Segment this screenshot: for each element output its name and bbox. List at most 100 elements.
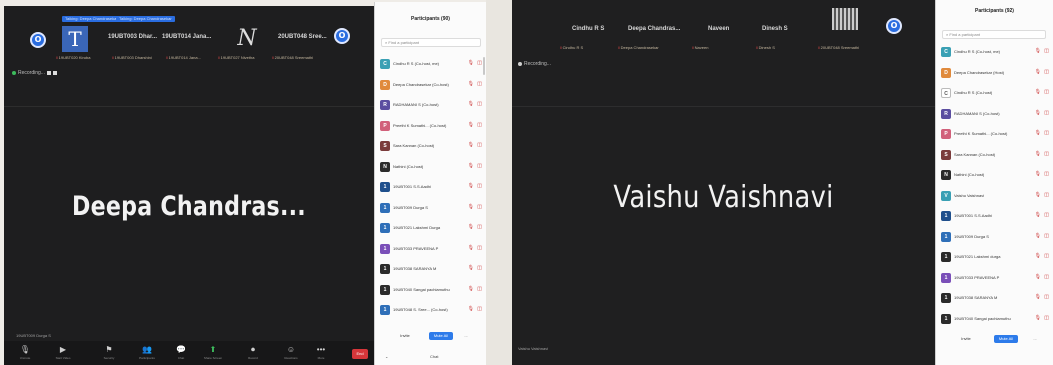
participant-row[interactable]: P Preethi K Sumathi... (Co-host) 🎙 ◫ (936, 124, 1053, 145)
chat-section-label[interactable]: Chat (430, 354, 438, 359)
recording-indicator[interactable]: Recording... (518, 61, 551, 67)
participant-row[interactable]: R RADHAMANI S (Co-host) 🎙 ◫ (375, 95, 486, 116)
video-off-icon[interactable]: ◫ (1044, 192, 1049, 198)
mic-muted-icon[interactable]: 🎙 (468, 224, 474, 230)
mic-muted-icon[interactable]: 🎙 (1035, 110, 1041, 116)
mic-muted-icon[interactable]: 🎙 (1035, 233, 1041, 239)
participant-row[interactable]: D Deepa Chandrasekar (Co-host) 🎙 ◫ (375, 75, 486, 96)
mic-muted-icon[interactable]: 🎙 (1035, 212, 1041, 218)
video-off-icon[interactable]: ◫ (1044, 48, 1049, 54)
video-off-icon[interactable]: ◫ (1044, 233, 1049, 239)
video-off-icon[interactable]: ◫ (1044, 212, 1049, 218)
mic-muted-icon[interactable]: 🎙 (1035, 130, 1041, 136)
participant-row[interactable]: D Deepa Chandrasekar (Host) 🎙 ◫ (936, 63, 1053, 84)
participant-row[interactable]: N Nathini (Co-host) 🎙 ◫ (375, 157, 486, 178)
invite-button[interactable]: Invite (956, 335, 976, 343)
video-off-icon[interactable]: ◫ (477, 142, 482, 148)
mic-muted-icon[interactable]: 🎙 (468, 142, 474, 148)
participant-row[interactable]: P Preethi K Sumathi... (Co-host) 🎙 ◫ (375, 116, 486, 137)
mic-muted-icon[interactable]: 🎙 (1035, 294, 1041, 300)
participant-row[interactable]: S Sara Kannan (Co-host) 🎙 ◫ (936, 145, 1053, 166)
reactions-button[interactable]: ☺ Reactions (280, 345, 302, 360)
mic-muted-icon[interactable]: 🎙 (468, 183, 474, 189)
participant-row[interactable]: 1 19UBT040 Sangai pachiamuthu 🎙 ◫ (375, 280, 486, 301)
video-off-icon[interactable]: ◫ (1044, 151, 1049, 157)
video-off-icon[interactable]: ◫ (477, 245, 482, 251)
mic-muted-icon[interactable]: 🎙 (1035, 253, 1041, 259)
mic-muted-icon[interactable]: 🎙 (1035, 151, 1041, 157)
mic-muted-icon[interactable]: 🎙 (468, 122, 474, 128)
share-screen-button[interactable]: ⬆ Share Screen (202, 345, 224, 360)
security-button[interactable]: ⚑ Security (98, 345, 120, 360)
mic-button[interactable]: 🎙 Unmute (14, 345, 36, 360)
video-off-icon[interactable]: ◫ (1044, 130, 1049, 136)
video-off-icon[interactable]: ◫ (477, 60, 482, 66)
video-off-icon[interactable]: ◫ (477, 306, 482, 312)
participant-row[interactable]: C Cindhu R S (Co-host, me) 🎙 ◫ (375, 54, 486, 75)
participant-row[interactable]: C Cindhu R S (Co-host) 🎙 ◫ (936, 83, 1053, 104)
mic-muted-icon[interactable]: 🎙 (468, 60, 474, 66)
participant-row[interactable]: 1 19UBT001 S.S.Aadhi 🎙 ◫ (936, 206, 1053, 227)
video-off-icon[interactable]: ◫ (477, 101, 482, 107)
video-off-icon[interactable]: ◫ (477, 122, 482, 128)
more-button[interactable]: ••• More (310, 345, 332, 360)
mic-muted-icon[interactable]: 🎙 (1035, 171, 1041, 177)
participant-row[interactable]: N Nathini (Co-host) 🎙 ◫ (936, 165, 1053, 186)
participant-row[interactable]: R RADHAMANI S (Co-host) 🎙 ◫ (936, 104, 1053, 125)
video-off-icon[interactable]: ◫ (1044, 315, 1049, 321)
video-off-icon[interactable]: ◫ (477, 204, 482, 210)
mic-muted-icon[interactable]: 🎙 (468, 163, 474, 169)
mic-muted-icon[interactable]: 🎙 (1035, 274, 1041, 280)
invite-button[interactable]: Invite (395, 332, 415, 340)
mic-muted-icon[interactable]: 🎙 (468, 265, 474, 271)
video-off-icon[interactable]: ◫ (477, 224, 482, 230)
participant-row[interactable]: 1 19UBT009 Durga S 🎙 ◫ (375, 198, 486, 219)
mic-muted-icon[interactable]: 🎙 (1035, 69, 1041, 75)
record-button[interactable]: ⏺ Record (242, 345, 264, 360)
chevron-down-icon[interactable]: ⌄ (385, 354, 388, 359)
mute-all-button[interactable]: Mute All (994, 335, 1018, 343)
chat-button[interactable]: 💬 Chat (170, 345, 192, 360)
participant-scrollbar[interactable] (483, 57, 485, 75)
video-off-icon[interactable]: ◫ (1044, 171, 1049, 177)
video-off-icon[interactable]: ◫ (477, 286, 482, 292)
participant-row[interactable]: 1 19UBT021 Lakshmi Durga 🎙 ◫ (375, 218, 486, 239)
mic-muted-icon[interactable]: 🎙 (1035, 315, 1041, 321)
video-off-icon[interactable]: ◫ (1044, 253, 1049, 259)
participant-row[interactable]: 1 19UBT009 Durga S 🎙 ◫ (936, 227, 1053, 248)
video-off-icon[interactable]: ◫ (1044, 274, 1049, 280)
participant-row[interactable]: 1 19UBT021 Lakshmi durga 🎙 ◫ (936, 247, 1053, 268)
mic-muted-icon[interactable]: 🎙 (468, 245, 474, 251)
participant-row[interactable]: 1 19UBT038 SARANYA M 🎙 ◫ (375, 259, 486, 280)
video-off-icon[interactable]: ◫ (1044, 110, 1049, 116)
participant-search-input[interactable]: ⌕ Find a participant (942, 30, 1046, 39)
participant-row[interactable]: 1 19UBT033 PRAVEENA P 🎙 ◫ (375, 239, 486, 260)
participant-row[interactable]: 1 19UBT033 PRAVEENA P 🎙 ◫ (936, 268, 1053, 289)
end-meeting-button[interactable]: End (352, 349, 368, 359)
participant-row[interactable]: 1 19UBT001 S.S.Aadhi 🎙 ◫ (375, 177, 486, 198)
mic-muted-icon[interactable]: 🎙 (468, 286, 474, 292)
more-options-button[interactable]: ... (1030, 335, 1040, 343)
video-off-icon[interactable]: ◫ (477, 183, 482, 189)
participant-row[interactable]: 1 19UBT040 Sangai pachiamuthu 🎙 ◫ (936, 309, 1053, 330)
video-off-icon[interactable]: ◫ (1044, 294, 1049, 300)
more-options-button[interactable]: ... (461, 332, 471, 340)
mic-muted-icon[interactable]: 🎙 (468, 306, 474, 312)
participant-row[interactable]: C Cindhu R S (Co-host, me) 🎙 ◫ (936, 42, 1053, 63)
participants-button[interactable]: 👥 Participants (136, 345, 158, 360)
participant-row[interactable]: 1 19UBT038 SARANYA M 🎙 ◫ (936, 288, 1053, 309)
video-button[interactable]: ▶ Start Video (52, 345, 74, 360)
mute-all-button[interactable]: Mute All (429, 332, 453, 340)
participant-search-input[interactable]: ⌕ Find a participant (381, 38, 481, 47)
participant-row[interactable]: 1 19UBT048 S. Sree... (Co-host) 🎙 ◫ (375, 300, 486, 321)
mic-muted-icon[interactable]: 🎙 (468, 81, 474, 87)
video-off-icon[interactable]: ◫ (477, 81, 482, 87)
mic-muted-icon[interactable]: 🎙 (1035, 48, 1041, 54)
video-off-icon[interactable]: ◫ (477, 163, 482, 169)
participant-row[interactable]: S Sara Kannan (Co-host) 🎙 ◫ (375, 136, 486, 157)
video-off-icon[interactable]: ◫ (1044, 89, 1049, 95)
participant-row[interactable]: V Vaishu Vaishnavi 🎙 ◫ (936, 186, 1053, 207)
mic-muted-icon[interactable]: 🎙 (468, 101, 474, 107)
recording-indicator[interactable]: Recording... (12, 70, 57, 76)
video-off-icon[interactable]: ◫ (1044, 69, 1049, 75)
